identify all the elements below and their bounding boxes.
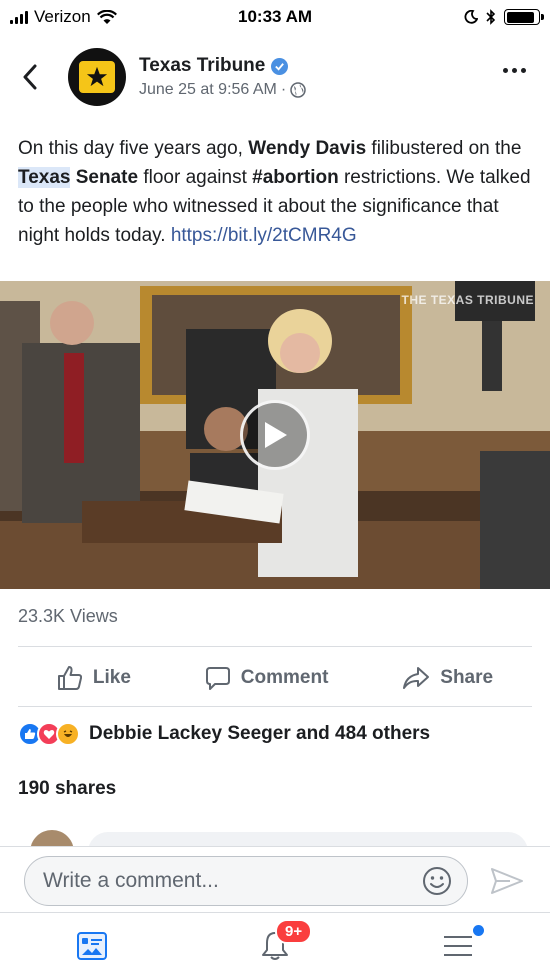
battery-icon bbox=[504, 9, 544, 25]
status-time: 10:33 AM bbox=[237, 7, 313, 26]
post-text-segment: floor against bbox=[138, 167, 253, 188]
post-timestamp[interactable]: June 25 at 9:56 AM bbox=[139, 81, 277, 99]
nav-menu[interactable] bbox=[418, 913, 498, 978]
comment-label: Comment bbox=[240, 667, 329, 688]
meta-separator: · bbox=[280, 81, 287, 98]
reactions-summary[interactable]: Debbie Lackey Seeger and 484 others bbox=[18, 722, 430, 746]
header-text: Texas Tribune June 25 at 9:56 AM · bbox=[139, 55, 306, 99]
post-header: Texas Tribune June 25 at 9:56 AM · bbox=[0, 44, 550, 110]
more-options-button[interactable] bbox=[503, 68, 526, 73]
bottom-nav: 9+ bbox=[0, 912, 550, 978]
action-bar: Like Comment Share bbox=[0, 652, 550, 704]
shares-count[interactable]: 190 shares bbox=[18, 778, 116, 800]
reactions-text: Debbie Lackey Seeger and 484 others bbox=[89, 723, 431, 744]
notifications-badge: 9+ bbox=[274, 918, 313, 944]
video-player[interactable]: THE TEXAS TRIBUNE bbox=[0, 281, 550, 589]
status-right bbox=[464, 9, 544, 25]
divider bbox=[18, 706, 532, 707]
page-name-row: Texas Tribune bbox=[139, 55, 306, 77]
nav-news-feed[interactable] bbox=[52, 913, 132, 978]
comment-composer bbox=[0, 846, 550, 912]
post-text-bold-texas: Texas bbox=[18, 167, 71, 188]
reaction-icons bbox=[18, 722, 80, 746]
texas-tribune-logo bbox=[79, 61, 115, 93]
emoji-button[interactable] bbox=[422, 866, 452, 901]
page-name[interactable]: Texas Tribune bbox=[139, 55, 265, 77]
chevron-left-icon bbox=[23, 64, 37, 90]
globe-icon bbox=[290, 82, 306, 98]
like-label: Like bbox=[92, 667, 131, 688]
divider bbox=[18, 646, 532, 647]
thumbs-up-icon bbox=[57, 666, 82, 690]
share-arrow-icon bbox=[403, 667, 430, 689]
send-button[interactable] bbox=[490, 866, 524, 901]
battery-fill bbox=[506, 11, 535, 23]
status-left: Verizon bbox=[10, 7, 117, 27]
menu-notification-dot bbox=[473, 924, 485, 936]
views-count[interactable]: 23.3K Views bbox=[18, 606, 118, 627]
wifi-icon bbox=[96, 9, 117, 24]
post-link[interactable]: https://bit.ly/2tCMR4G bbox=[171, 225, 357, 246]
haha-reaction-icon bbox=[56, 722, 80, 746]
signal-icon bbox=[10, 10, 28, 24]
post-text-bold-name: Wendy Davis bbox=[248, 138, 367, 159]
status-bar: Verizon 10:33 AM bbox=[0, 0, 550, 34]
moon-icon bbox=[464, 10, 478, 24]
post-text-segment: On this day five years ago, bbox=[18, 138, 249, 159]
verified-check-icon bbox=[271, 57, 289, 75]
play-icon bbox=[265, 422, 287, 448]
nav-notifications[interactable]: 9+ bbox=[235, 913, 315, 978]
comment-button[interactable]: Comment bbox=[205, 665, 329, 691]
page-avatar[interactable] bbox=[68, 48, 126, 106]
bluetooth-icon bbox=[486, 9, 496, 25]
send-icon bbox=[491, 868, 523, 894]
post-meta: June 25 at 9:56 AM · bbox=[139, 81, 306, 99]
play-button[interactable] bbox=[240, 400, 310, 470]
news-feed-icon bbox=[76, 931, 107, 960]
carrier-label: Verizon bbox=[34, 7, 91, 26]
back-button[interactable] bbox=[0, 44, 60, 110]
video-watermark: THE TEXAS TRIBUNE bbox=[401, 293, 534, 307]
post-text-hashtag[interactable]: #abortion bbox=[252, 167, 339, 188]
share-button[interactable]: Share bbox=[402, 666, 493, 690]
post-text-bold-senate: Senate bbox=[70, 167, 139, 188]
share-label: Share bbox=[440, 667, 494, 688]
smiley-icon bbox=[423, 867, 451, 895]
like-button[interactable]: Like bbox=[57, 665, 131, 691]
comment-input[interactable] bbox=[24, 856, 468, 906]
star-icon bbox=[86, 66, 108, 87]
post-text-segment: filibustered on the bbox=[366, 138, 522, 159]
post-text: On this day five years ago, Wendy Davis … bbox=[18, 134, 532, 250]
more-dots-icon bbox=[503, 68, 508, 73]
menu-icon bbox=[444, 935, 473, 956]
speech-bubble-icon bbox=[205, 667, 230, 690]
